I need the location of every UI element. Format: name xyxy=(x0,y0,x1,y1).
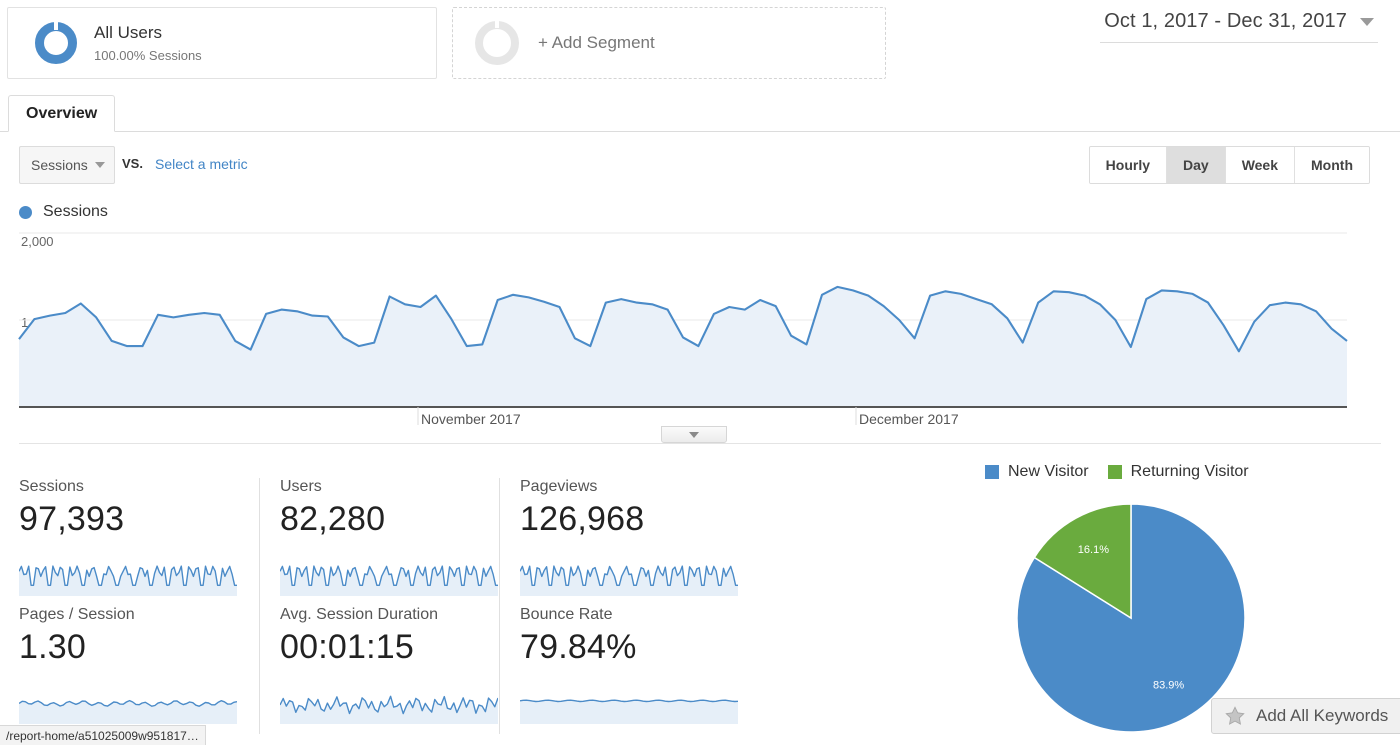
metric-card-value: 97,393 xyxy=(19,500,125,538)
svg-text:16.1%: 16.1% xyxy=(1078,544,1109,556)
status-bar-url: /report-home/a51025009w951817… xyxy=(6,728,199,743)
chart-legend: Sessions xyxy=(19,203,108,221)
pie-legend-item-returning-visitor[interactable]: Returning Visitor xyxy=(1107,463,1249,481)
status-bar: /report-home/a51025009w951817… xyxy=(0,725,206,745)
metric-card-avg-session-duration[interactable]: Avg. Session Duration 00:01:15 xyxy=(259,606,499,734)
granularity-toggle-group: Hourly Day Week Month xyxy=(1088,146,1370,184)
add-segment-label: + Add Segment xyxy=(538,33,655,52)
legend-swatch-icon xyxy=(985,465,999,479)
star-icon xyxy=(1225,706,1245,725)
metric-card-title: Users xyxy=(280,478,322,495)
donut-outline-icon xyxy=(475,21,519,65)
pie-legend-item-new-visitor[interactable]: New Visitor xyxy=(985,463,1089,481)
pie-legend-label: Returning Visitor xyxy=(1130,463,1249,480)
donut-icon xyxy=(35,22,77,64)
metric-card-value: 79.84% xyxy=(520,628,637,666)
metric-select-value: Sessions xyxy=(31,157,88,173)
tab-underline xyxy=(0,131,1400,132)
metric-card-value: 00:01:15 xyxy=(280,628,414,666)
collapse-chart-button[interactable] xyxy=(661,426,727,443)
sparkline-users xyxy=(280,565,498,596)
chevron-down-icon xyxy=(95,162,105,168)
pie-legend-label: New Visitor xyxy=(1008,463,1089,480)
date-range-selector[interactable]: Oct 1, 2017 - Dec 31, 2017 xyxy=(1100,8,1378,43)
metric-card-pages-per-session[interactable]: Pages / Session 1.30 xyxy=(19,606,259,734)
segment-bar: All Users 100.00% Sessions + Add Segment… xyxy=(0,0,1400,92)
x-axis-label-november: November 2017 xyxy=(421,411,521,427)
chevron-down-icon xyxy=(689,431,699,438)
metric-card-bounce-rate[interactable]: Bounce Rate 79.84% xyxy=(499,606,739,734)
add-all-keywords-button[interactable]: Add All Keywords xyxy=(1211,698,1400,734)
sparkline-sessions xyxy=(19,565,237,596)
granularity-month[interactable]: Month xyxy=(1295,147,1369,183)
segment-all-users[interactable]: All Users 100.00% Sessions xyxy=(7,7,437,79)
segment-all-users-text: All Users 100.00% Sessions xyxy=(94,22,202,64)
metric-card-value: 82,280 xyxy=(280,500,386,538)
metric-card-row-2: Pages / Session 1.30 Avg. Session Durati… xyxy=(19,606,739,734)
tab-overview[interactable]: Overview xyxy=(8,95,116,132)
pie-legend: New Visitor Returning Visitor xyxy=(985,463,1249,481)
add-segment-button[interactable]: + Add Segment xyxy=(452,7,886,79)
add-all-keywords-label: Add All Keywords xyxy=(1256,706,1389,725)
vs-label: VS. xyxy=(122,156,143,171)
metric-card-title: Avg. Session Duration xyxy=(280,606,439,623)
sparkline-avg-session-duration xyxy=(280,695,498,724)
tab-strip: Overview xyxy=(0,94,1400,132)
metric-card-value: 1.30 xyxy=(19,628,86,666)
x-axis-label-december: December 2017 xyxy=(859,411,959,427)
legend-dot-icon xyxy=(19,205,32,219)
sparkline-pages-per-session xyxy=(19,699,237,724)
metric-card-value: 126,968 xyxy=(520,500,645,538)
sparkline-bounce-rate xyxy=(520,699,738,724)
metric-card-row-1: Sessions 97,393 Users 82,280 Pageviews 1… xyxy=(19,478,739,606)
metric-card-title: Pages / Session xyxy=(19,606,135,623)
chart-legend-label: Sessions xyxy=(43,203,108,220)
metric-card-title: Pageviews xyxy=(520,478,598,495)
svg-text:83.9%: 83.9% xyxy=(1153,680,1184,692)
granularity-week[interactable]: Week xyxy=(1225,147,1296,183)
metric-select-button[interactable]: Sessions xyxy=(19,146,115,184)
sparkline-pageviews xyxy=(520,565,738,596)
sessions-timeline-chart[interactable] xyxy=(0,225,1400,425)
select-a-metric-link[interactable]: Select a metric xyxy=(155,156,248,172)
section-divider xyxy=(19,443,1381,444)
segment-all-users-title: All Users xyxy=(94,22,163,42)
metric-card-sessions[interactable]: Sessions 97,393 xyxy=(19,478,259,606)
date-range-label: Oct 1, 2017 - Dec 31, 2017 xyxy=(1104,10,1347,32)
chevron-down-icon xyxy=(1360,17,1374,26)
metric-card-users[interactable]: Users 82,280 xyxy=(259,478,499,606)
segment-all-users-subtitle: 100.00% Sessions xyxy=(94,47,202,63)
legend-swatch-icon xyxy=(1107,465,1122,479)
metric-card-pageviews[interactable]: Pageviews 126,968 xyxy=(499,478,739,606)
metric-cards: Sessions 97,393 Users 82,280 Pageviews 1… xyxy=(19,478,739,734)
metric-selector-row: Sessions VS. Select a metric Hourly Day … xyxy=(0,142,1400,190)
metric-card-title: Bounce Rate xyxy=(520,606,613,623)
granularity-hourly[interactable]: Hourly xyxy=(1089,147,1167,183)
granularity-day[interactable]: Day xyxy=(1167,147,1226,183)
metric-card-title: Sessions xyxy=(19,478,84,495)
